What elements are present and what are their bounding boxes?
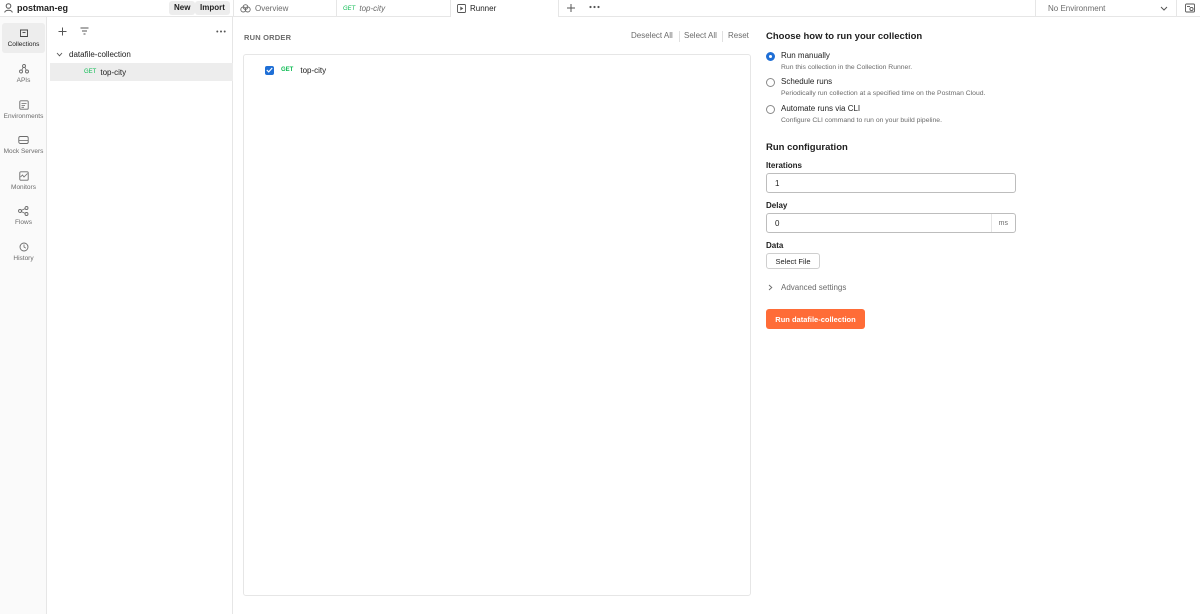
option-label: Automate runs via CLI (781, 104, 861, 113)
method-badge: GET (343, 5, 356, 12)
runner-icon (457, 4, 466, 13)
chevron-down-icon (56, 52, 63, 57)
select-all-button[interactable]: Select All (684, 31, 717, 43)
advanced-settings-label: Advanced settings (781, 283, 847, 292)
select-file-button[interactable]: Select File (766, 253, 820, 269)
flows-icon (18, 206, 29, 216)
run-collection-button[interactable]: Run datafile-collection (766, 309, 865, 329)
rail-label: Environments (3, 113, 44, 120)
rail-history[interactable]: History (0, 237, 47, 267)
radio-button[interactable] (766, 52, 775, 61)
new-button[interactable]: New (169, 1, 196, 15)
run-order-list: GET top-city (243, 54, 751, 596)
iterations-input[interactable]: 1 (766, 173, 1016, 193)
rail-mock-servers[interactable]: Mock Servers (0, 130, 47, 160)
deselect-all-button[interactable]: Deselect All (631, 31, 673, 43)
delay-label: Delay (766, 201, 788, 210)
tabs-more-icon[interactable] (589, 5, 600, 9)
iterations-label: Iterations (766, 161, 803, 170)
rail-label: Mock Servers (3, 148, 44, 155)
iterations-value: 1 (775, 178, 780, 188)
environments-icon (18, 100, 29, 110)
chevron-down-icon (1160, 6, 1168, 11)
divider (679, 31, 680, 42)
rail-collections[interactable]: Collections (2, 23, 45, 53)
environment-selector[interactable]: No Environment (1035, 0, 1177, 17)
tab-label: Runner (470, 4, 497, 13)
method-badge: GET (84, 69, 97, 75)
rail-label: Monitors (11, 184, 36, 191)
tab-top-city[interactable]: GET top-city (337, 0, 451, 17)
new-tab-plus-icon[interactable] (566, 3, 576, 13)
method-badge: GET (281, 67, 294, 73)
filter-icon[interactable] (80, 27, 89, 35)
delay-unit: ms (990, 214, 1015, 232)
workspace-name: postman-eg (17, 3, 69, 13)
divider (722, 31, 723, 42)
sidebar-more-icon[interactable] (216, 30, 226, 33)
rail-flows[interactable]: Flows (0, 201, 47, 231)
run-order-title: RUN ORDER (244, 33, 292, 42)
data-label: Data (766, 241, 784, 250)
mock-servers-icon (18, 135, 29, 145)
tab-runner[interactable]: Runner (451, 0, 559, 17)
run-manually-option[interactable]: Run manually Run this collection in the … (766, 51, 912, 71)
option-description: Run this collection in the Collection Ru… (781, 64, 913, 71)
delay-input[interactable]: 0 ms (766, 213, 1016, 233)
choose-run-title: Choose how to run your collection (766, 31, 923, 42)
run-configuration-title: Run configuration (766, 142, 848, 153)
monitors-icon (18, 171, 29, 181)
rail-label: APIs (16, 77, 31, 84)
rail-apis[interactable]: APIs (0, 59, 47, 89)
rail-monitors[interactable]: Monitors (0, 166, 47, 196)
option-label: Run manually (781, 51, 830, 60)
request-name: top-city (300, 65, 327, 75)
top-bar: postman-eg New Import Overview GET top-c… (0, 0, 1200, 17)
advanced-settings-toggle[interactable]: Advanced settings (768, 283, 846, 292)
delay-value: 0 (775, 218, 780, 228)
tab-label: top-city (359, 4, 386, 13)
option-description: Configure CLI command to run on your bui… (781, 117, 942, 124)
workspace-switcher[interactable]: postman-eg (4, 1, 68, 15)
reset-button[interactable]: Reset (728, 31, 749, 43)
history-icon (19, 242, 29, 252)
overview-icon (240, 4, 251, 13)
request-name: top-city (100, 67, 127, 77)
rail-label: Flows (15, 219, 32, 226)
collection-name: datafile-collection (69, 49, 131, 59)
run-order-item[interactable]: GET top-city (265, 64, 326, 76)
rail-label: History (13, 255, 34, 262)
option-label: Schedule runs (781, 77, 833, 86)
environment-quick-look-icon[interactable] (1185, 3, 1195, 13)
user-icon (4, 3, 13, 13)
collections-sidebar: datafile-collection GET top-city (48, 17, 233, 614)
request-checkbox[interactable] (265, 65, 274, 75)
sidebar-toolbar (48, 25, 233, 39)
option-description: Periodically run collection at a specifi… (781, 90, 986, 97)
collection-item[interactable]: datafile-collection (56, 47, 131, 61)
add-collection-plus-icon[interactable] (58, 27, 67, 36)
schedule-runs-option[interactable]: Schedule runs Periodically run collectio… (766, 77, 985, 97)
apis-icon (18, 64, 29, 74)
radio-button[interactable] (766, 105, 775, 114)
tab-label: Overview (255, 4, 289, 13)
collections-icon (19, 28, 29, 38)
environment-label: No Environment (1048, 4, 1106, 13)
automate-cli-option[interactable]: Automate runs via CLI Configure CLI comm… (766, 104, 942, 124)
icon-rail: Collections APIs Environments Mock Serve… (0, 17, 47, 614)
radio-button[interactable] (766, 78, 775, 87)
rail-label: Collections (7, 41, 40, 48)
rail-environments[interactable]: Environments (0, 95, 47, 125)
tab-overview[interactable]: Overview (233, 0, 337, 17)
request-item[interactable]: GET top-city (50, 63, 233, 81)
chevron-right-icon (768, 284, 773, 291)
import-button[interactable]: Import (195, 1, 230, 15)
